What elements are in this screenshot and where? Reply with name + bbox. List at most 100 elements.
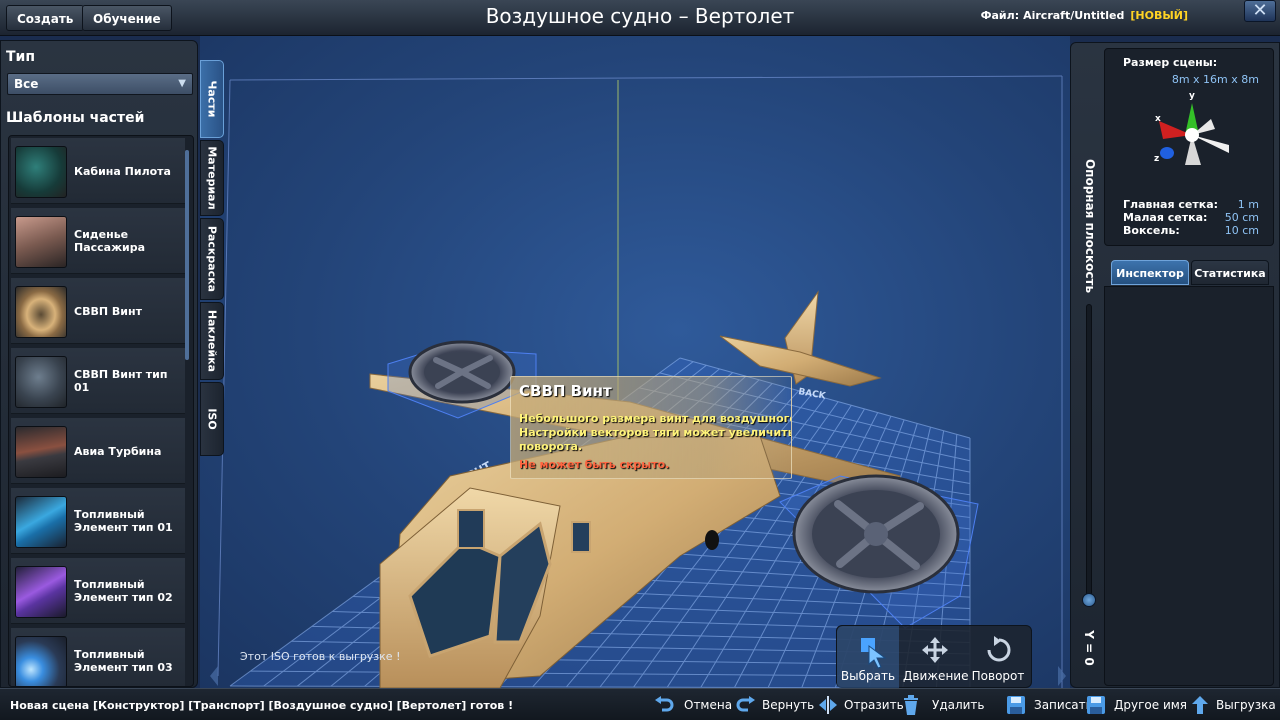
tab-material[interactable]: Материал: [200, 140, 224, 216]
part-name: Топливный Элемент тип 02: [74, 578, 173, 604]
part-list-scrollbar[interactable]: [185, 150, 189, 360]
file-label: Файл:: [980, 9, 1020, 22]
axis-x-label: x: [1155, 114, 1161, 124]
cockpit-seat-icon: [15, 146, 67, 198]
y-readout-text: Y = 0: [1082, 630, 1096, 666]
type-label: Тип: [6, 49, 36, 65]
scene-info-panel: Размер сцены: 8m x 16m x 8m y x z Главна…: [1104, 48, 1274, 246]
tab-inspector[interactable]: Инспектор: [1111, 260, 1189, 285]
fuel-cell-02-icon: [15, 566, 67, 618]
tab-paint[interactable]: Раскраска: [200, 218, 224, 300]
reference-plane-slider[interactable]: [1086, 304, 1092, 606]
type-select-value: Все: [14, 77, 39, 91]
tab-iso[interactable]: ISO: [200, 382, 224, 456]
list-item[interactable]: Топливный Элемент тип 01: [11, 488, 185, 554]
list-item[interactable]: Топливный Элемент тип 02: [11, 558, 185, 624]
top-bar: Создать Обучение Воздушное судно – Верто…: [0, 0, 1280, 36]
part-name: Топливный Элемент тип 03: [74, 648, 173, 674]
save-as-label: Другое имя: [1114, 698, 1188, 712]
undo-icon: [655, 696, 674, 712]
scene-size-value: 8m x 16m x 8m: [1171, 73, 1259, 86]
minor-grid-label: Малая сетка:: [1123, 211, 1208, 224]
rotate-tool-button[interactable]: Поворот: [967, 626, 1029, 689]
tool-palette: Выбрать Движение Поворот: [836, 625, 1032, 689]
redo-icon: [736, 696, 755, 712]
vtol-rotor-icon: [15, 286, 67, 338]
turbine-icon: [15, 426, 67, 478]
undo-label: Отмена: [684, 698, 733, 712]
delete-label: Удалить: [932, 698, 985, 712]
redo-label: Вернуть: [762, 698, 815, 712]
delete-button[interactable]: Удалить: [902, 694, 985, 716]
tab-label: ISO: [205, 408, 219, 430]
voxel-value: 10 cm: [1224, 224, 1259, 237]
axis-gizmo-icon[interactable]: y x z: [1145, 89, 1235, 169]
part-name: СВВП Винт тип 01: [74, 368, 168, 394]
left-panel: Тип Все ▼ Шаблоны частей Кабина Пилота С…: [0, 40, 198, 688]
export-button[interactable]: Выгрузка: [1190, 694, 1276, 716]
part-name: Топливный Элемент тип 01: [74, 508, 173, 534]
part-name: Сиденье Пассажира: [74, 228, 146, 254]
voxel-row: Воксель: 10 cm: [1123, 224, 1259, 237]
mirror-button[interactable]: Отразить: [818, 694, 904, 716]
tab-label: Раскраска: [205, 225, 219, 293]
status-text: Новая сцена [Конструктор] [Транспорт] [В…: [10, 699, 514, 712]
rotate-icon: [987, 636, 1011, 662]
voxel-label: Воксель:: [1123, 224, 1180, 237]
select-cursor-icon: [861, 638, 887, 669]
tab-decal[interactable]: Наклейка: [200, 302, 224, 380]
move-tool-button[interactable]: Движение: [903, 626, 969, 689]
trash-icon: [904, 695, 918, 715]
inspector-panel: [1104, 286, 1274, 686]
scene-render: RIGHT BACK: [210, 75, 1066, 688]
list-item[interactable]: Авиа Турбина: [11, 418, 185, 484]
save-as-disk-icon: [1087, 696, 1105, 714]
viewport-left-arrow-icon: [210, 666, 218, 686]
move-tool-label: Движение: [903, 669, 969, 683]
tooltip-title: СВВП Винт: [519, 382, 612, 400]
redo-button[interactable]: Вернуть: [736, 694, 814, 716]
main-grid-label: Главная сетка:: [1123, 198, 1219, 211]
status-bar: Новая сцена [Конструктор] [Транспорт] [В…: [0, 688, 1280, 720]
tab-label: Материал: [205, 146, 219, 210]
tab-label: Части: [205, 80, 219, 118]
list-item[interactable]: Топливный Элемент тип 03: [11, 628, 185, 686]
list-item[interactable]: Кабина Пилота: [11, 138, 185, 204]
upload-arrow-icon: [1192, 696, 1208, 714]
part-name: СВВП Винт: [74, 304, 142, 318]
tab-statistics[interactable]: Статистика: [1191, 260, 1269, 285]
scene-size-label: Размер сцены:: [1123, 56, 1218, 69]
part-template-list[interactable]: Кабина Пилота Сиденье Пассажира СВВП Вин…: [8, 135, 194, 687]
part-templates-label: Шаблоны частей: [6, 110, 145, 126]
type-select[interactable]: Все ▼: [7, 73, 193, 95]
y-readout: Y = 0: [1080, 628, 1098, 668]
select-tool-button[interactable]: Выбрать: [837, 626, 899, 689]
save-label: Записать: [1034, 698, 1093, 712]
fuel-cell-03-icon: [15, 636, 67, 686]
vtol-rotor-type01-icon: [15, 356, 67, 408]
part-tooltip: СВВП Винт Небольшого размера винт для во…: [510, 376, 792, 479]
file-info: Файл: Aircraft/Untitled [НОВЫЙ]: [981, 9, 1188, 22]
part-name: Авиа Турбина: [74, 444, 162, 458]
undo-button[interactable]: Отмена: [654, 694, 732, 716]
new-file-badge: [НОВЫЙ]: [1130, 9, 1188, 22]
tab-parts[interactable]: Части: [200, 60, 224, 138]
mirror-icon: [819, 696, 837, 714]
save-as-button[interactable]: Другое имя: [1086, 694, 1187, 716]
main-grid-row: Главная сетка: 1 m: [1123, 198, 1259, 211]
save-button[interactable]: Записать: [1006, 694, 1093, 716]
list-item[interactable]: СВВП Винт тип 01: [11, 348, 185, 414]
reference-plane-slider-handle[interactable]: [1082, 593, 1096, 607]
axis-y-label: y: [1189, 91, 1195, 101]
file-path: Aircraft/Untitled: [1023, 9, 1125, 22]
list-item[interactable]: СВВП Винт: [11, 278, 185, 344]
passenger-seat-icon: [15, 216, 67, 268]
rotate-tool-label: Поворот: [971, 669, 1025, 683]
3d-viewport[interactable]: RIGHT BACK: [200, 36, 1070, 688]
tooltip-warning: Не может быть скрыто.: [519, 458, 670, 471]
fuel-cell-01-icon: [15, 496, 67, 548]
list-item[interactable]: Сиденье Пассажира: [11, 208, 185, 274]
part-name: Кабина Пилота: [74, 164, 171, 178]
close-icon[interactable]: ✕: [1244, 0, 1276, 22]
chevron-down-icon: ▼: [178, 78, 186, 89]
